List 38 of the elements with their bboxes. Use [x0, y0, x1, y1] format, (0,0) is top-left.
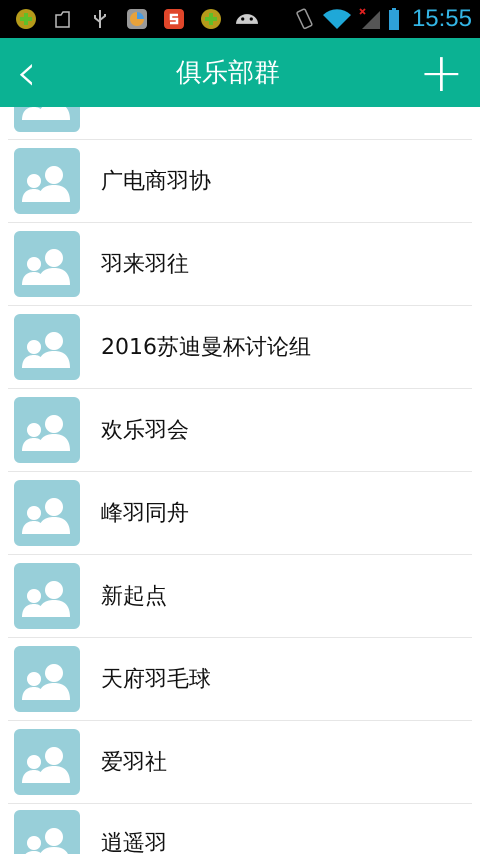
group-row[interactable]: 2016苏迪曼杯讨论组 [8, 306, 472, 389]
group-row[interactable]: 欢乐羽会 [8, 389, 472, 472]
app-icon [162, 7, 186, 31]
group-row[interactable]: 羽来羽往 [8, 223, 472, 306]
group-row[interactable]: 广电商羽协 [8, 140, 472, 223]
clock-time: 15:55 [412, 5, 472, 33]
group-avatar-icon [14, 231, 80, 297]
group-name: 羽来羽往 [101, 251, 189, 279]
group-avatar-icon [14, 397, 80, 463]
group-avatar-icon [14, 314, 80, 380]
group-name: 爱羽社 [101, 749, 167, 777]
group-row[interactable]: 新起点 [8, 555, 472, 638]
group-name: 逍遥羽 [101, 830, 167, 854]
group-row[interactable]: 逍遥羽 [8, 802, 472, 854]
group-avatar-icon [14, 729, 80, 795]
group-avatar-icon [14, 480, 80, 546]
group-name: 欢乐羽会 [101, 417, 189, 445]
group-avatar-icon [14, 563, 80, 629]
app-icon [125, 7, 149, 31]
group-row[interactable] [8, 107, 472, 140]
robot-icon [236, 14, 258, 24]
app-icon [14, 7, 38, 31]
wifi-icon [322, 7, 352, 31]
group-avatar-icon [14, 148, 80, 214]
group-name: 2016苏迪曼杯讨论组 [101, 334, 311, 362]
battery-icon [388, 7, 400, 31]
app-icon [199, 7, 223, 31]
group-name: 峰羽同舟 [101, 500, 189, 528]
signal-icon [358, 7, 382, 31]
group-row[interactable]: 天府羽毛球 [8, 638, 472, 721]
group-name: 天府羽毛球 [101, 666, 211, 694]
group-row[interactable]: 峰羽同舟 [8, 472, 472, 555]
group-name: 新起点 [101, 583, 167, 611]
group-name: 广电商羽协 [101, 168, 211, 196]
page-title: 俱乐部群 [176, 57, 280, 90]
group-avatar-icon [14, 107, 80, 132]
group-row[interactable]: 爱羽社 [8, 721, 472, 804]
group-avatar-icon [14, 646, 80, 712]
